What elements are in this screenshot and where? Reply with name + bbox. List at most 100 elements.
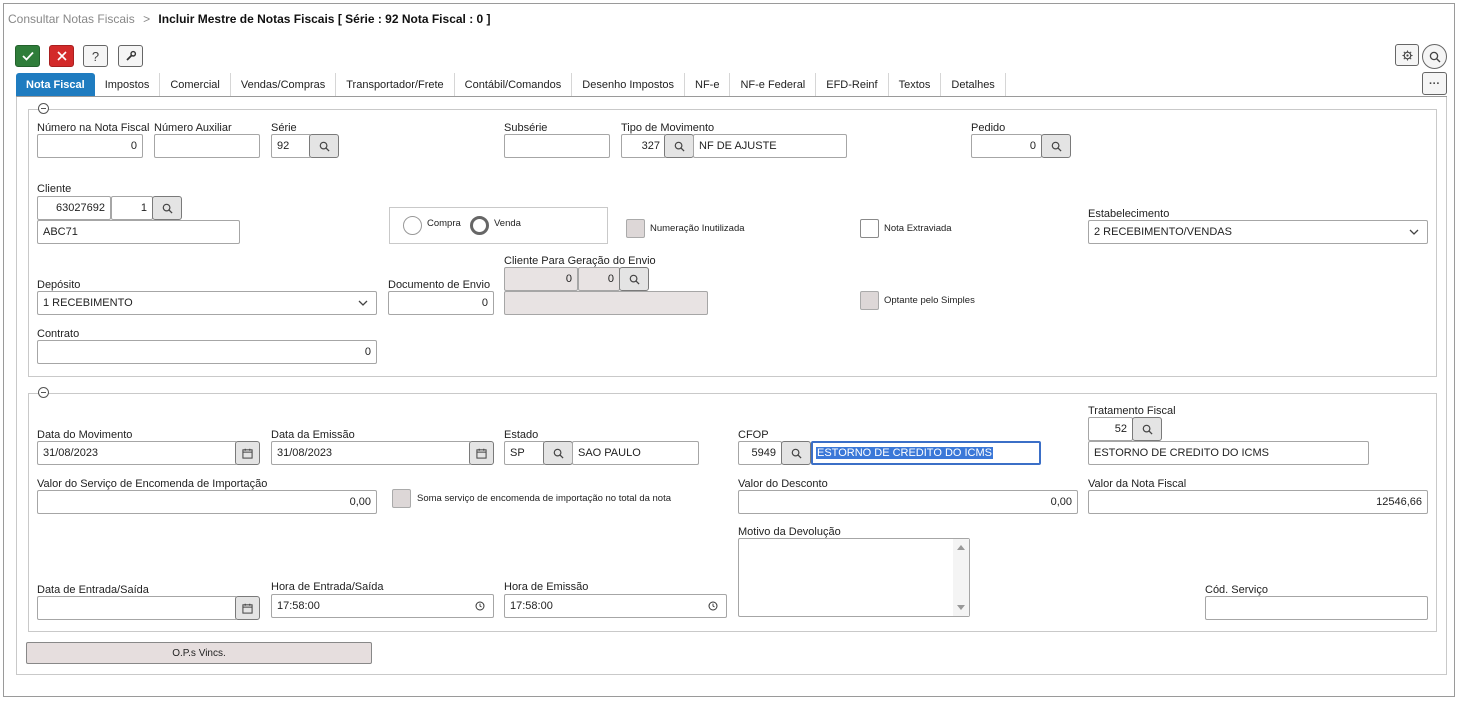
compra-radio[interactable] <box>403 216 422 235</box>
breadcrumb-link[interactable]: Consultar Notas Fiscais <box>8 12 135 26</box>
tipo-movimento-desc: NF DE AJUSTE <box>693 134 847 158</box>
tab-detalhes[interactable]: Detalhes <box>941 73 1006 96</box>
collapse-section2-icon[interactable] <box>38 387 49 398</box>
collapse-section1-icon[interactable] <box>38 103 49 114</box>
search-icon <box>791 448 802 459</box>
serie-label: Série <box>271 122 297 134</box>
scroll-up-icon[interactable] <box>957 545 965 550</box>
more-button[interactable]: ··· <box>1422 72 1447 95</box>
tratamento-fiscal-code[interactable]: 52 <box>1088 417 1133 441</box>
data-movimento-calendar-button[interactable] <box>235 441 260 465</box>
subserie-field[interactable] <box>504 134 610 158</box>
motivo-devolucao-label: Motivo da Devolução <box>738 526 841 538</box>
hora-entrada-field[interactable]: 17:58:00 <box>271 594 494 618</box>
tab-textos[interactable]: Textos <box>889 73 942 96</box>
hora-emissao-value: 17:58:00 <box>510 600 553 612</box>
data-entrada-label: Data de Entrada/Saída <box>37 584 149 596</box>
tab-comercial[interactable]: Comercial <box>160 73 231 96</box>
subserie-label: Subsérie <box>504 122 548 134</box>
calendar-icon <box>476 448 487 459</box>
tipo-movimento-code[interactable]: 327 <box>621 134 666 158</box>
search-icon <box>319 141 330 152</box>
deposito-select[interactable]: 1 RECEBIMENTO <box>37 291 377 315</box>
cfop-code-field[interactable]: 5949 <box>738 441 782 465</box>
tab-efd-reinf[interactable]: EFD-Reinf <box>816 73 889 96</box>
cod-servico-field[interactable] <box>1205 596 1428 620</box>
search-icon <box>162 203 173 214</box>
data-entrada-field[interactable] <box>37 596 237 620</box>
tab-nfe-federal[interactable]: NF-e Federal <box>730 73 817 96</box>
serie-field[interactable]: 92 <box>271 134 311 158</box>
tab-vendas-compras[interactable]: Vendas/Compras <box>231 73 337 96</box>
tab-nota-fiscal[interactable]: Nota Fiscal <box>16 73 95 96</box>
numeracao-inutilizada-checkbox[interactable] <box>626 219 645 238</box>
search-icon <box>1429 51 1440 62</box>
nota-extraviada-checkbox[interactable] <box>860 219 879 238</box>
valor-nf-field[interactable]: 12546,66 <box>1088 490 1428 514</box>
data-entrada-calendar-button[interactable] <box>235 596 260 620</box>
estado-search-button[interactable] <box>543 441 573 465</box>
tab-desenho-impostos[interactable]: Desenho Impostos <box>572 73 685 96</box>
cliente-label: Cliente <box>37 183 72 195</box>
breadcrumb-separator: > <box>143 12 151 26</box>
tools-button[interactable] <box>118 45 143 67</box>
numeracao-inutilizada-label: Numeração Inutilizada <box>650 223 745 234</box>
chevron-down-icon <box>1409 229 1419 235</box>
valor-nf-label: Valor da Nota Fiscal <box>1088 478 1187 490</box>
tipo-movimento-search-button[interactable] <box>664 134 694 158</box>
cancel-button[interactable] <box>49 45 74 67</box>
venda-radio[interactable] <box>470 216 489 235</box>
data-movimento-field[interactable]: 31/08/2023 <box>37 441 237 465</box>
cliente-envio-search-button[interactable] <box>619 267 649 291</box>
tratamento-fiscal-search-button[interactable] <box>1132 417 1162 441</box>
valor-desconto-field[interactable]: 0,00 <box>738 490 1078 514</box>
search-icon <box>553 448 564 459</box>
numero-nf-field[interactable]: 0 <box>37 134 143 158</box>
cliente-code-field[interactable]: 63027692 <box>37 196 111 220</box>
tab-impostos[interactable]: Impostos <box>95 73 161 96</box>
help-button[interactable]: ? <box>83 45 108 67</box>
data-emissao-field[interactable]: 31/08/2023 <box>271 441 471 465</box>
valor-servico-field[interactable]: 0,00 <box>37 490 377 514</box>
numero-auxiliar-label: Número Auxiliar <box>154 122 232 134</box>
clock-icon <box>475 601 485 611</box>
calendar-icon <box>242 603 253 614</box>
cliente-seq-field[interactable]: 1 <box>111 196 153 220</box>
data-emissao-calendar-button[interactable] <box>469 441 494 465</box>
tab-contabil-comandos[interactable]: Contábil/Comandos <box>455 73 573 96</box>
numero-auxiliar-field[interactable] <box>154 134 260 158</box>
tratamento-fiscal-desc: ESTORNO DE CREDITO DO ICMS <box>1088 441 1369 465</box>
ops-vinculadas-button[interactable]: O.P.s Vincs. <box>26 642 372 664</box>
documento-envio-label: Documento de Envio <box>388 279 491 291</box>
cliente-search-button[interactable] <box>152 196 182 220</box>
hora-emissao-field[interactable]: 17:58:00 <box>504 594 727 618</box>
soma-servico-label: Soma serviço de encomenda de importação … <box>417 493 672 504</box>
cfop-label: CFOP <box>738 429 769 441</box>
cliente-envio-seq: 0 <box>578 267 620 291</box>
hora-emissao-label: Hora de Emissão <box>504 581 589 593</box>
pedido-search-button[interactable] <box>1041 134 1071 158</box>
motivo-devolucao-textarea[interactable] <box>738 538 970 617</box>
scroll-down-icon[interactable] <box>957 605 965 610</box>
documento-envio-field[interactable]: 0 <box>388 291 494 315</box>
estado-code-field[interactable]: SP <box>504 441 545 465</box>
search-button[interactable] <box>1422 44 1447 69</box>
optante-simples-checkbox[interactable] <box>860 291 879 310</box>
estabelecimento-select[interactable]: 2 RECEBIMENTO/VENDAS <box>1088 220 1428 244</box>
scrollbar[interactable] <box>953 539 969 616</box>
cfop-desc-field[interactable]: ESTORNO DE CREDITO DO ICMS <box>811 441 1041 465</box>
contrato-field[interactable]: 0 <box>37 340 377 364</box>
tab-transportador-frete[interactable]: Transportador/Frete <box>336 73 455 96</box>
estado-label: Estado <box>504 429 539 441</box>
pedido-label: Pedido <box>971 122 1006 134</box>
confirm-button[interactable] <box>15 45 40 67</box>
settings-button[interactable] <box>1395 44 1419 66</box>
deposito-label: Depósito <box>37 279 81 291</box>
tab-nfe[interactable]: NF-e <box>685 73 731 96</box>
serie-search-button[interactable] <box>309 134 339 158</box>
cliente-name-field[interactable]: ABC71 <box>37 220 240 244</box>
soma-servico-checkbox[interactable] <box>392 489 411 508</box>
contrato-label: Contrato <box>37 328 80 340</box>
cfop-search-button[interactable] <box>781 441 811 465</box>
pedido-field[interactable]: 0 <box>971 134 1042 158</box>
